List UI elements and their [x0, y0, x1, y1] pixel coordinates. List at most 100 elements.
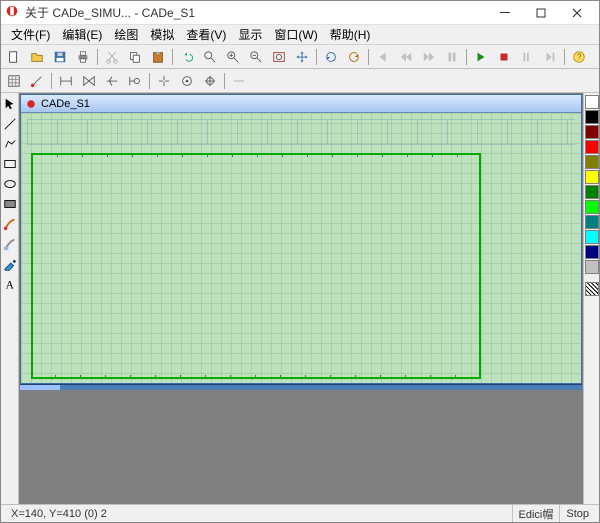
separator	[466, 49, 467, 65]
color-swatch-yellow[interactable]	[585, 170, 599, 184]
separator	[316, 49, 317, 65]
copy-icon[interactable]	[124, 47, 146, 67]
print-icon[interactable]	[72, 47, 94, 67]
title-bar: 关于 CADe_SIMU... - CADe_S1	[1, 1, 599, 25]
target-icon[interactable]	[199, 71, 221, 91]
zoom-out-icon[interactable]	[245, 47, 267, 67]
color-swatch-black[interactable]	[585, 110, 599, 124]
status-mode: Edici帽	[512, 505, 560, 522]
endpoint-icon[interactable]	[55, 71, 77, 91]
color-swatch-silver[interactable]	[585, 260, 599, 274]
mdi-child-titlebar[interactable]: CADe_S1	[21, 95, 581, 113]
app-icon	[5, 4, 19, 21]
step-end-icon[interactable]	[516, 47, 538, 67]
undo-icon[interactable]	[176, 47, 198, 67]
mdi-child-title: CADe_S1	[41, 98, 90, 110]
play-back-icon[interactable]	[395, 47, 417, 67]
mdi-empty-area	[20, 390, 582, 503]
zoom-fit-icon[interactable]	[268, 47, 290, 67]
pointer-tool-icon[interactable]	[2, 95, 18, 113]
color-swatch-cyan[interactable]	[585, 230, 599, 244]
menu-window[interactable]: 窗口(W)	[268, 24, 323, 45]
color-swatch-white[interactable]	[585, 95, 599, 109]
separator	[368, 49, 369, 65]
mdi-child-window[interactable]: CADe_S1	[20, 94, 582, 384]
snap-object-icon[interactable]	[26, 71, 48, 91]
toolbar-main: ?	[1, 45, 599, 69]
brush-tool-icon[interactable]	[2, 215, 18, 233]
menu-display[interactable]: 显示	[232, 24, 268, 45]
paste-icon[interactable]	[147, 47, 169, 67]
open-icon[interactable]	[26, 47, 48, 67]
zoom-in-icon[interactable]	[222, 47, 244, 67]
step-fwd-icon[interactable]	[418, 47, 440, 67]
menu-draw[interactable]: 绘图	[108, 24, 144, 45]
window-controls	[487, 1, 595, 25]
run-icon[interactable]	[470, 47, 492, 67]
close-button[interactable]	[559, 1, 595, 25]
color-palette	[583, 93, 599, 504]
separator	[97, 49, 98, 65]
pan-icon[interactable]	[291, 47, 313, 67]
menu-edit[interactable]: 编辑(E)	[56, 24, 108, 45]
window-title: 关于 CADe_SIMU... - CADe_S1	[25, 4, 487, 21]
color-swatch-olive[interactable]	[585, 155, 599, 169]
loop-icon[interactable]	[539, 47, 561, 67]
line-tool-icon[interactable]	[2, 115, 18, 133]
color-swatch-navy[interactable]	[585, 245, 599, 259]
menu-bar: 文件(F) 编辑(E) 绘图 模拟 查看(V) 显示 窗口(W) 帮助(H)	[1, 25, 599, 45]
text-tool-icon[interactable]: A	[2, 275, 18, 293]
midpoint-icon[interactable]	[78, 71, 100, 91]
menu-file[interactable]: 文件(F)	[5, 24, 56, 45]
picker-tool-icon[interactable]	[2, 255, 18, 273]
separator	[51, 73, 52, 89]
status-state: Stop	[559, 505, 595, 522]
svg-text:?: ?	[577, 52, 582, 61]
svg-text:A: A	[5, 279, 14, 291]
color-swatch-maroon[interactable]	[585, 125, 599, 139]
help-icon[interactable]: ?	[568, 47, 590, 67]
menu-help[interactable]: 帮助(H)	[324, 24, 377, 45]
separator	[172, 49, 173, 65]
work-area: A CADe_S1	[1, 93, 599, 504]
filled-rect-tool-icon[interactable]	[2, 195, 18, 213]
cut-icon[interactable]	[101, 47, 123, 67]
ellipse-tool-icon[interactable]	[2, 175, 18, 193]
status-bar: X=140, Y=410 (0) 2 Edici帽 Stop	[1, 504, 599, 522]
stop-icon[interactable]	[493, 47, 515, 67]
save-icon[interactable]	[49, 47, 71, 67]
color-swatch-red[interactable]	[585, 140, 599, 154]
find-icon[interactable]	[199, 47, 221, 67]
minimize-button[interactable]	[487, 1, 523, 25]
hatched-swatch[interactable]	[585, 282, 599, 296]
sheet-border	[31, 153, 481, 379]
layers-icon[interactable]	[124, 71, 146, 91]
step-back-icon[interactable]	[372, 47, 394, 67]
ortho-icon[interactable]	[101, 71, 123, 91]
rect-tool-icon[interactable]	[2, 155, 18, 173]
refresh-icon[interactable]	[320, 47, 342, 67]
snap-grid-icon[interactable]	[3, 71, 25, 91]
toolbox: A	[1, 93, 19, 504]
menu-sim[interactable]: 模拟	[144, 24, 180, 45]
separator	[564, 49, 565, 65]
separator	[149, 73, 150, 89]
color-swatch-lime[interactable]	[585, 200, 599, 214]
toolbar-secondary	[1, 69, 599, 93]
eraser-tool-icon[interactable]	[2, 235, 18, 253]
blank-tool-1[interactable]	[228, 71, 250, 91]
color-swatch-green[interactable]	[585, 185, 599, 199]
status-coords: X=140, Y=410 (0) 2	[5, 505, 113, 522]
rotate-icon[interactable]	[343, 47, 365, 67]
crosshair-icon[interactable]	[153, 71, 175, 91]
drawing-canvas[interactable]	[21, 113, 581, 383]
origin-icon[interactable]	[176, 71, 198, 91]
new-icon[interactable]	[3, 47, 25, 67]
separator	[224, 73, 225, 89]
maximize-button[interactable]	[523, 1, 559, 25]
top-rule-band	[27, 119, 575, 145]
color-swatch-teal[interactable]	[585, 215, 599, 229]
menu-view[interactable]: 查看(V)	[180, 24, 232, 45]
pause-icon[interactable]	[441, 47, 463, 67]
polygon-tool-icon[interactable]	[2, 135, 18, 153]
